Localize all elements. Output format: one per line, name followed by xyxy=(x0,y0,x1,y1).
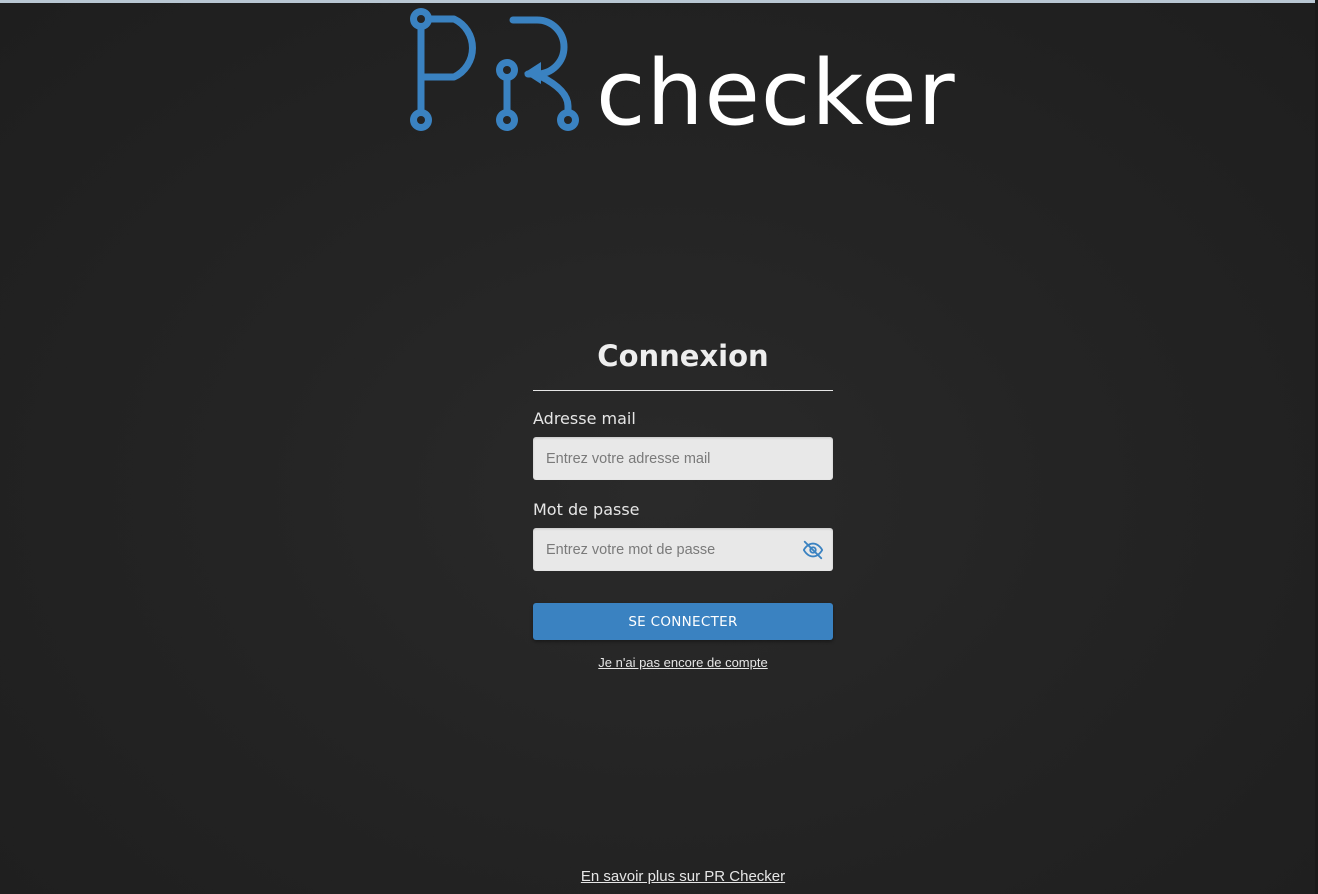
signup-link[interactable]: Je n'ai pas encore de compte xyxy=(533,655,833,670)
email-label: Adresse mail xyxy=(533,409,636,428)
email-field-wrapper xyxy=(533,437,833,480)
page-title: Connexion xyxy=(597,339,769,373)
login-form: Connexion Adresse mail Mot de passe SE C… xyxy=(533,330,833,670)
eye-slash-icon[interactable] xyxy=(802,539,824,561)
password-label: Mot de passe xyxy=(533,500,640,519)
password-field[interactable] xyxy=(533,528,833,571)
title-divider xyxy=(533,390,833,391)
learn-more-link[interactable]: En savoir plus sur PR Checker xyxy=(0,868,1318,885)
pr-checker-logo: checker xyxy=(404,6,964,146)
top-border xyxy=(0,0,1318,3)
circuit-pr-logo-icon xyxy=(410,8,579,131)
logo-wordmark: checker xyxy=(596,41,956,146)
login-button[interactable]: SE CONNECTER xyxy=(533,603,833,640)
email-field[interactable] xyxy=(533,437,833,480)
password-field-wrapper xyxy=(533,528,833,571)
